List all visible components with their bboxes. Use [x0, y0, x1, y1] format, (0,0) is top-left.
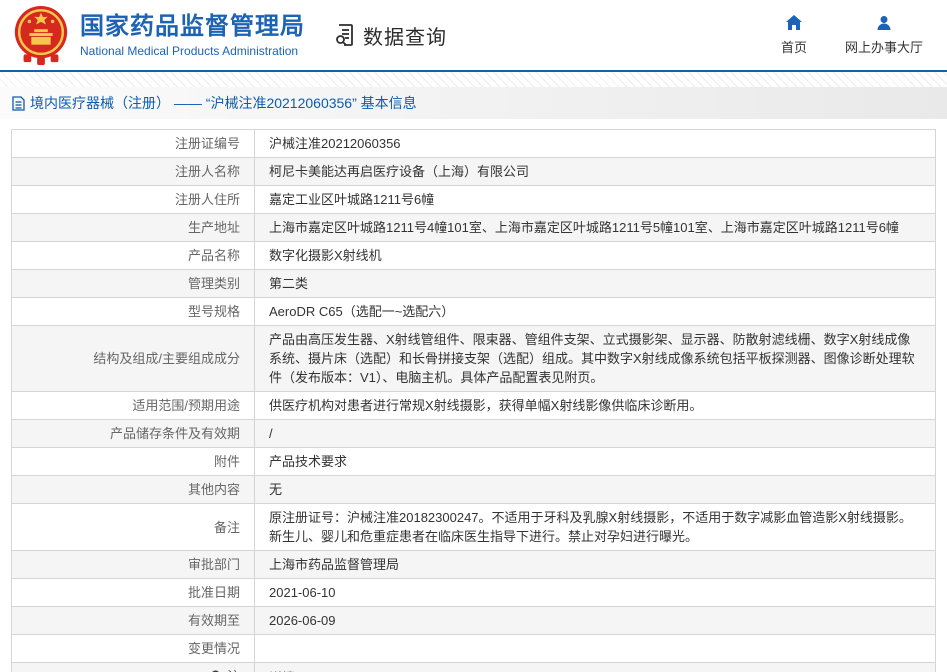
- row-label: 注册人名称: [175, 164, 240, 179]
- row-value: /: [269, 426, 273, 441]
- breadcrumb: 境内医疗器械（注册） —— “沪械注准20212060356” 基本信息: [0, 87, 947, 119]
- row-label: 注册人住所: [175, 192, 240, 207]
- site-subtitle: National Medical Products Administration: [80, 44, 305, 58]
- row-label: 其他内容: [188, 482, 240, 497]
- row-value: 嘉定工业区叶城路1211号6幢: [269, 192, 434, 207]
- row-value: 产品技术要求: [269, 454, 347, 469]
- decorative-hatch-band: [0, 72, 947, 87]
- row-value: 沪械注准20212060356: [269, 136, 401, 151]
- row-label: 适用范围/预期用途: [132, 398, 240, 413]
- table-row: 变更情况: [12, 635, 936, 663]
- nav-item-service-hall[interactable]: 网上办事大厅: [845, 14, 923, 56]
- table-row: 适用范围/预期用途 供医疗机构对患者进行常规X射线摄影，获得单幅X射线影像供临床…: [12, 392, 936, 420]
- table-row: 备注 原注册证号：沪械注准20182300247。不适用于牙科及乳腺X射线摄影，…: [12, 504, 936, 551]
- row-label: 有效期至: [188, 613, 240, 628]
- home-icon: [785, 14, 803, 32]
- document-icon: [12, 96, 25, 111]
- row-label: 型号规格: [188, 304, 240, 319]
- site-title: 国家药品监督管理局: [80, 13, 305, 41]
- logo-text: 国家药品监督管理局 National Medical Products Admi…: [80, 13, 305, 58]
- table-row: 注册证编号 沪械注准20212060356: [12, 130, 936, 158]
- row-value: 产品由高压发生器、X射线管组件、限束器、管组件支架、立式摄影架、显示器、防散射滤…: [269, 332, 915, 385]
- data-query-icon: [333, 22, 359, 48]
- table-row: 产品名称 数字化摄影X射线机: [12, 242, 936, 270]
- content-area: 注册证编号 沪械注准20212060356 注册人名称 柯尼卡美能达再启医疗设备…: [0, 119, 947, 672]
- table-row: 型号规格 AeroDR C65（选配一~选配六）: [12, 298, 936, 326]
- table-row: 审批部门 上海市药品监督管理局: [12, 551, 936, 579]
- row-value: 柯尼卡美能达再启医疗设备（上海）有限公司: [269, 164, 529, 179]
- nmpa-logo: 国家药品监督管理局 National Medical Products Admi…: [10, 4, 305, 66]
- national-emblem-icon: [10, 4, 72, 66]
- table-row: 管理类别 第二类: [12, 270, 936, 298]
- table-row: 注 详情: [12, 663, 936, 672]
- row-value: 上海市药品监督管理局: [269, 557, 399, 572]
- site-header: 国家药品监督管理局 National Medical Products Admi…: [0, 0, 947, 72]
- row-label: 管理类别: [188, 276, 240, 291]
- table-row: 附件 产品技术要求: [12, 448, 936, 476]
- table-row: 产品储存条件及有效期 /: [12, 420, 936, 448]
- row-value: 2021-06-10: [269, 585, 336, 600]
- header-nav: 首页 网上办事大厅: [781, 14, 923, 56]
- table-row: 注册人住所 嘉定工业区叶城路1211号6幢: [12, 186, 936, 214]
- row-label: 变更情况: [188, 641, 240, 656]
- row-value: AeroDR C65（选配一~选配六）: [269, 304, 454, 319]
- table-row: 批准日期 2021-06-10: [12, 579, 936, 607]
- row-value: 数字化摄影X射线机: [269, 248, 382, 263]
- row-label: 产品名称: [188, 248, 240, 263]
- table-row: 注册人名称 柯尼卡美能达再启医疗设备（上海）有限公司: [12, 158, 936, 186]
- breadcrumb-text: 境内医疗器械（注册） —— “沪械注准20212060356” 基本信息: [30, 93, 417, 113]
- table-row: 结构及组成/主要组成成分 产品由高压发生器、X射线管组件、限束器、管组件支架、立…: [12, 326, 936, 392]
- nav-item-home[interactable]: 首页: [781, 14, 807, 56]
- table-row: 有效期至 2026-06-09: [12, 607, 936, 635]
- row-value: 供医疗机构对患者进行常规X射线摄影，获得单幅X射线影像供临床诊断用。: [269, 398, 702, 413]
- row-value: 原注册证号：沪械注准20182300247。不适用于牙科及乳腺X射线摄影，不适用…: [269, 510, 912, 544]
- user-icon: [875, 14, 893, 32]
- row-label: 结构及组成/主要组成成分: [93, 351, 240, 366]
- table-row: 其他内容 无: [12, 476, 936, 504]
- row-label: 注册证编号: [175, 136, 240, 151]
- table-row: 生产地址 上海市嘉定区叶城路1211号4幢101室、上海市嘉定区叶城路1211号…: [12, 214, 936, 242]
- row-value: 2026-06-09: [269, 613, 336, 628]
- row-label: 审批部门: [188, 557, 240, 572]
- row-label: 附件: [214, 454, 240, 469]
- row-label: 生产地址: [188, 220, 240, 235]
- row-value: 无: [269, 482, 282, 497]
- nav-label-home: 首页: [781, 37, 807, 56]
- data-query-label: 数据查询: [363, 21, 447, 50]
- nav-label-service-hall: 网上办事大厅: [845, 37, 923, 56]
- row-value: 第二类: [269, 276, 308, 291]
- row-label: 产品储存条件及有效期: [110, 426, 240, 441]
- row-label: 备注: [214, 520, 240, 535]
- info-table-body: 注册证编号 沪械注准20212060356 注册人名称 柯尼卡美能达再启医疗设备…: [12, 130, 936, 672]
- info-table: 注册证编号 沪械注准20212060356 注册人名称 柯尼卡美能达再启医疗设备…: [11, 129, 936, 672]
- row-value: 上海市嘉定区叶城路1211号4幢101室、上海市嘉定区叶城路1211号5幢101…: [269, 220, 899, 235]
- data-query-button[interactable]: 数据查询: [333, 21, 447, 50]
- row-label: 批准日期: [188, 585, 240, 600]
